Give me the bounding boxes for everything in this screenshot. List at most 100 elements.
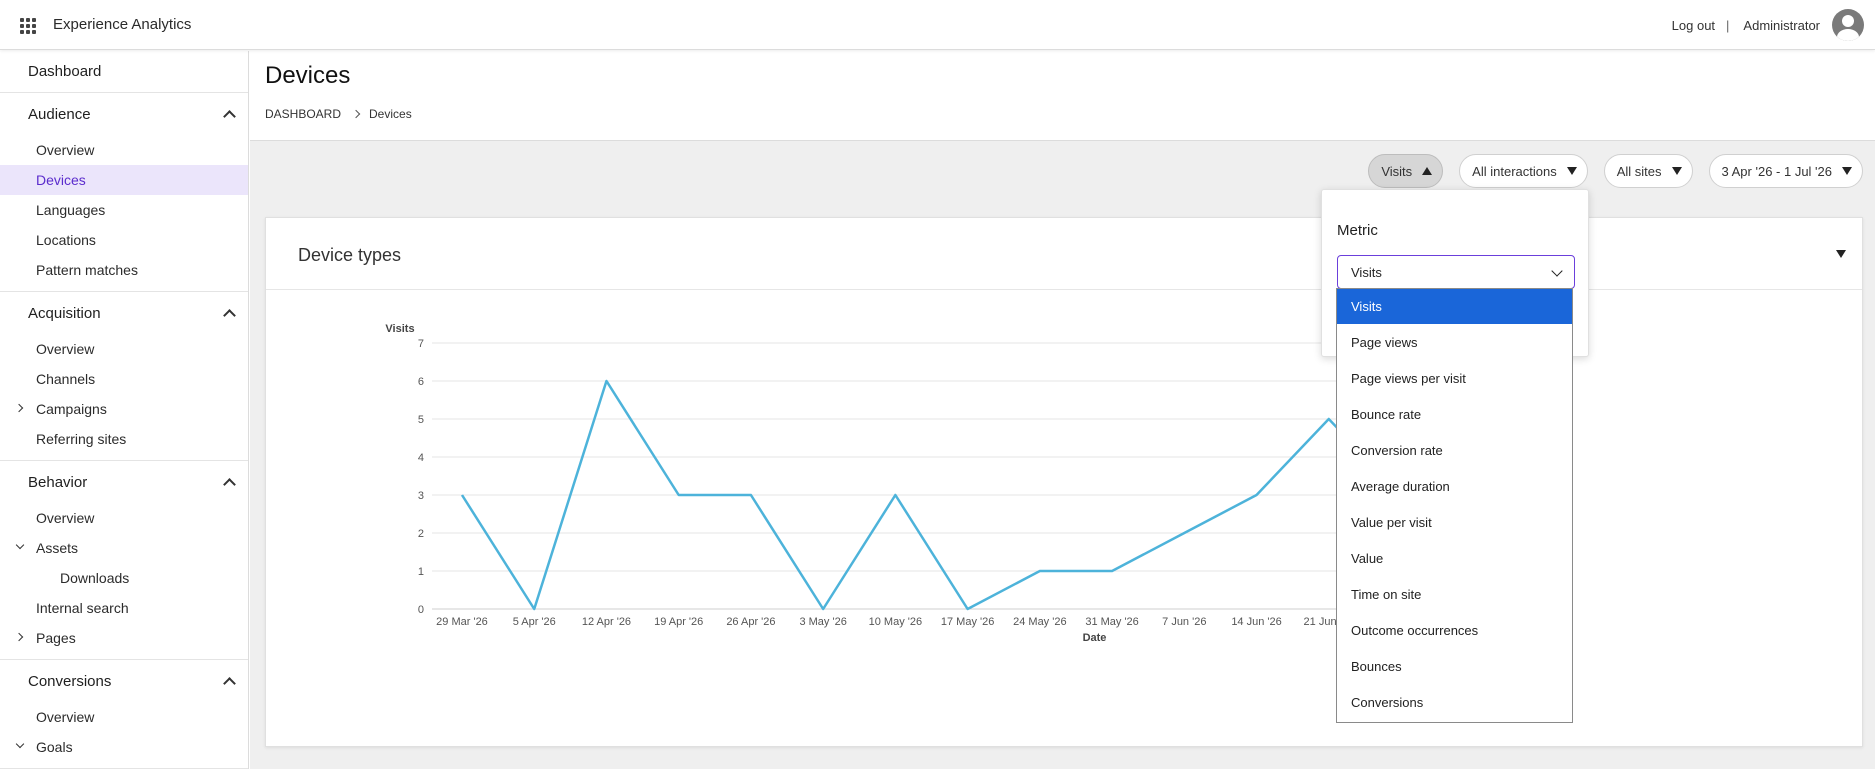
collapse-caret-icon[interactable] (1836, 250, 1846, 258)
section-header-audience[interactable]: Audience (0, 93, 248, 135)
sidebar-item-dashboard[interactable]: Dashboard (0, 51, 248, 93)
filter-label: 3 Apr '26 - 1 Jul '26 (1721, 163, 1832, 179)
logout-link[interactable]: Log out (1672, 18, 1715, 33)
section-header-acquisition[interactable]: Acquisition (0, 292, 248, 334)
chevron-up-icon (222, 674, 236, 688)
sidebar-item-channels[interactable]: Channels (0, 364, 248, 394)
device-types-card: Device types 0 1 2 3 4 5 6 7 29 Mar '26 5 Apr '26… (265, 217, 1863, 747)
section-title: Audience (28, 105, 91, 123)
y-tick-label: 7 (418, 338, 424, 350)
filter-label: All sites (1616, 163, 1662, 179)
date-range-filter-button[interactable]: 3 Apr '26 - 1 Jul '26 (1708, 154, 1863, 188)
x-tick-label: 31 May '26 (1085, 616, 1138, 628)
sidebar-item-label: Pages (36, 630, 76, 646)
user-name[interactable]: Administrator (1743, 18, 1820, 33)
breadcrumb-current: Devices (369, 107, 412, 121)
metric-select-value: Visits (1351, 264, 1382, 280)
metric-option[interactable]: Bounces (1337, 648, 1572, 684)
sidebar-item-pattern-matches[interactable]: Pattern matches (0, 255, 248, 285)
metric-option[interactable]: Time on site (1337, 576, 1572, 612)
x-tick-label: 19 Apr '26 (654, 616, 703, 628)
sidebar-item-referring-sites[interactable]: Referring sites (0, 424, 248, 454)
x-tick-label: 12 Apr '26 (582, 616, 631, 628)
metric-option[interactable]: Value (1337, 540, 1572, 576)
app-title: Experience Analytics (53, 16, 192, 33)
breadcrumb: DASHBOARD Devices (265, 107, 412, 121)
caret-up-icon (1422, 167, 1433, 175)
section-header-behavior[interactable]: Behavior (0, 461, 248, 503)
metric-option[interactable]: Outcome occurrences (1337, 612, 1572, 648)
metric-option[interactable]: Value per visit (1337, 504, 1572, 540)
sidebar-item-internal-search[interactable]: Internal search (0, 593, 248, 623)
sidebar-item-pages[interactable]: Pages (0, 623, 248, 653)
x-tick-label: 10 May '26 (869, 616, 922, 628)
chevron-up-icon (222, 475, 236, 489)
line-chart: 0 1 2 3 4 5 6 7 29 Mar '26 5 Apr '26 12 Apr '26 19 … (385, 323, 1469, 644)
chevron-right-icon[interactable] (16, 633, 24, 641)
caret-down-icon (1566, 167, 1577, 175)
y-axis-label: Visits (385, 323, 414, 335)
filter-bar: Visits All interactions All sites 3 Apr … (1368, 154, 1863, 188)
top-bar: Experience Analytics Log out | Administr… (0, 0, 1875, 50)
sidebar-item-audience-overview[interactable]: Overview (0, 135, 248, 165)
section-title: Conversions (28, 672, 112, 690)
filter-label: All interactions (1472, 163, 1557, 179)
sidebar-item-devices[interactable]: Devices (0, 165, 248, 195)
interactions-filter-button[interactable]: All interactions (1459, 154, 1588, 188)
sidebar-item-campaigns[interactable]: Campaigns (0, 394, 248, 424)
main-content: Devices DASHBOARD Devices Visits All int… (250, 51, 1875, 769)
sidebar-section-audience: Audience Overview Devices Languages Loca… (0, 93, 248, 292)
metric-option[interactable]: Page views per visit (1337, 360, 1572, 396)
sidebar-item-behavior-overview[interactable]: Overview (0, 503, 248, 533)
chevron-up-icon (222, 107, 236, 121)
caret-down-icon (1671, 167, 1682, 175)
sidebar-item-downloads[interactable]: Downloads (0, 563, 248, 593)
x-tick-label: 14 Jun '26 (1231, 616, 1281, 628)
metric-filter-button[interactable]: Visits (1368, 154, 1444, 188)
x-tick-label: 26 Apr '26 (726, 616, 775, 628)
sidebar-item-goals[interactable]: Goals (0, 732, 248, 762)
y-tick-label: 4 (418, 452, 424, 464)
section-header-conversions[interactable]: Conversions (0, 660, 248, 702)
sidebar: Dashboard Audience Overview Devices Lang… (0, 51, 249, 769)
y-tick-label: 1 (418, 566, 424, 578)
sidebar-item-assets[interactable]: Assets (0, 533, 248, 563)
section-title: Behavior (28, 473, 88, 491)
y-tick-label: 0 (418, 604, 424, 616)
y-tick-label: 2 (418, 528, 424, 540)
sidebar-section-behavior: Behavior Overview Assets Downloads Inter… (0, 461, 248, 660)
x-tick-label: 5 Apr '26 (513, 616, 556, 628)
metric-option[interactable]: Average duration (1337, 468, 1572, 504)
metric-select[interactable]: Visits (1337, 255, 1575, 289)
sidebar-item-label: Goals (36, 739, 73, 755)
breadcrumb-dashboard[interactable]: DASHBOARD (265, 107, 341, 121)
user-area: Log out | Administrator (1672, 0, 1875, 50)
chevron-down-icon[interactable] (16, 742, 24, 750)
sidebar-item-label: Campaigns (36, 401, 107, 417)
avatar-icon[interactable] (1832, 9, 1864, 41)
metric-option[interactable]: Conversions (1337, 684, 1572, 720)
metric-option[interactable]: Conversion rate (1337, 432, 1572, 468)
sidebar-section-conversions: Conversions Overview Goals (0, 660, 248, 769)
filter-label: Visits (1381, 163, 1413, 179)
metric-option[interactable]: Bounce rate (1337, 396, 1572, 432)
section-title: Acquisition (28, 304, 101, 322)
chevron-up-icon (222, 306, 236, 320)
sidebar-item-locations[interactable]: Locations (0, 225, 248, 255)
x-tick-label: 17 May '26 (941, 616, 994, 628)
sidebar-item-conversions-overview[interactable]: Overview (0, 702, 248, 732)
chevron-right-icon[interactable] (16, 404, 24, 412)
card-title: Device types (298, 245, 402, 265)
app-launcher-icon[interactable] (20, 18, 36, 34)
sidebar-section-acquisition: Acquisition Overview Channels Campaigns … (0, 292, 248, 461)
metric-option[interactable]: Visits (1337, 289, 1572, 324)
caret-down-icon (1842, 167, 1852, 175)
card-header: Device types (266, 218, 1862, 290)
sites-filter-button[interactable]: All sites (1603, 154, 1693, 188)
sidebar-item-languages[interactable]: Languages (0, 195, 248, 225)
chevron-down-icon[interactable] (16, 543, 24, 551)
sidebar-item-acquisition-overview[interactable]: Overview (0, 334, 248, 364)
page-header: Devices DASHBOARD Devices (250, 51, 1875, 141)
metric-option[interactable]: Page views (1337, 324, 1572, 360)
x-tick-label: 7 Jun '26 (1162, 616, 1206, 628)
